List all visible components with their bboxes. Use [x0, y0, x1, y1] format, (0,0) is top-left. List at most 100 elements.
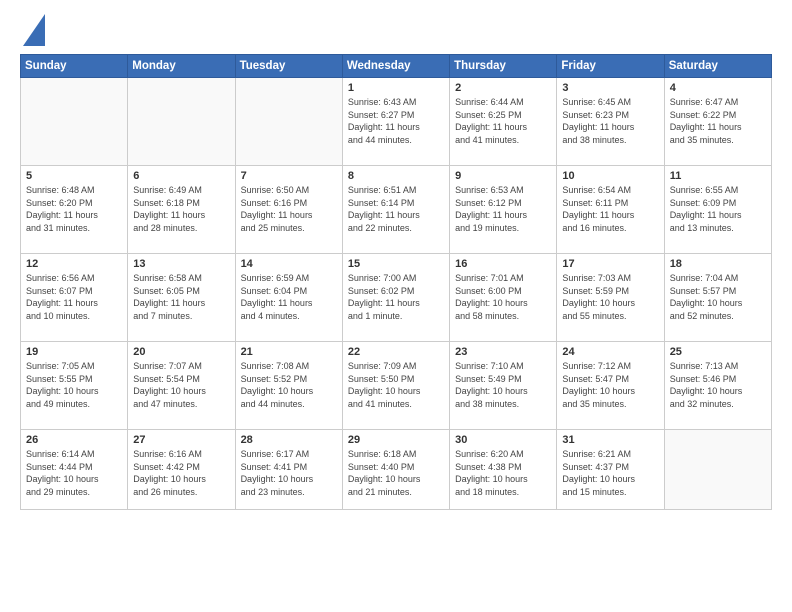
day-number: 1 — [348, 82, 444, 94]
day-info: Sunrise: 7:01 AM Sunset: 6:00 PM Dayligh… — [455, 272, 551, 322]
weekday-header: Monday — [128, 55, 235, 78]
calendar-week-row: 19 Sunrise: 7:05 AM Sunset: 5:55 PM Dayli… — [21, 342, 772, 430]
day-number: 6 — [133, 170, 229, 182]
calendar-week-row: 12 Sunrise: 6:56 AM Sunset: 6:07 PM Dayli… — [21, 254, 772, 342]
day-number: 11 — [670, 170, 766, 182]
calendar-week-row: 26 Sunrise: 6:14 AM Sunset: 4:44 PM Dayli… — [21, 430, 772, 510]
weekday-header: Thursday — [450, 55, 557, 78]
calendar-cell — [21, 78, 128, 166]
calendar-cell: 12 Sunrise: 6:56 AM Sunset: 6:07 PM Dayli… — [21, 254, 128, 342]
calendar-week-row: 5 Sunrise: 6:48 AM Sunset: 6:20 PM Daylig… — [21, 166, 772, 254]
day-number: 26 — [26, 434, 122, 446]
calendar-table: SundayMondayTuesdayWednesdayThursdayFrid… — [20, 54, 772, 510]
day-number: 24 — [562, 346, 658, 358]
day-info: Sunrise: 7:13 AM Sunset: 5:46 PM Dayligh… — [670, 360, 766, 410]
day-info: Sunrise: 7:03 AM Sunset: 5:59 PM Dayligh… — [562, 272, 658, 322]
calendar-cell: 14 Sunrise: 6:59 AM Sunset: 6:04 PM Dayli… — [235, 254, 342, 342]
day-info: Sunrise: 6:18 AM Sunset: 4:40 PM Dayligh… — [348, 448, 444, 498]
day-info: Sunrise: 6:47 AM Sunset: 6:22 PM Dayligh… — [670, 96, 766, 146]
calendar-cell: 23 Sunrise: 7:10 AM Sunset: 5:49 PM Dayli… — [450, 342, 557, 430]
day-number: 12 — [26, 258, 122, 270]
calendar-cell: 15 Sunrise: 7:00 AM Sunset: 6:02 PM Dayli… — [342, 254, 449, 342]
day-number: 14 — [241, 258, 337, 270]
day-number: 15 — [348, 258, 444, 270]
calendar-cell: 7 Sunrise: 6:50 AM Sunset: 6:16 PM Daylig… — [235, 166, 342, 254]
day-info: Sunrise: 6:59 AM Sunset: 6:04 PM Dayligh… — [241, 272, 337, 322]
calendar-cell — [128, 78, 235, 166]
day-number: 25 — [670, 346, 766, 358]
header — [20, 18, 772, 46]
day-info: Sunrise: 7:07 AM Sunset: 5:54 PM Dayligh… — [133, 360, 229, 410]
day-number: 30 — [455, 434, 551, 446]
day-number: 7 — [241, 170, 337, 182]
calendar-cell: 17 Sunrise: 7:03 AM Sunset: 5:59 PM Dayli… — [557, 254, 664, 342]
calendar-cell: 30 Sunrise: 6:20 AM Sunset: 4:38 PM Dayli… — [450, 430, 557, 510]
day-info: Sunrise: 6:43 AM Sunset: 6:27 PM Dayligh… — [348, 96, 444, 146]
day-info: Sunrise: 6:17 AM Sunset: 4:41 PM Dayligh… — [241, 448, 337, 498]
calendar-cell: 4Sunrise: 6:47 AM Sunset: 6:22 PM Daylig… — [664, 78, 771, 166]
logo — [20, 18, 45, 46]
day-info: Sunrise: 6:48 AM Sunset: 6:20 PM Dayligh… — [26, 184, 122, 234]
day-info: Sunrise: 6:50 AM Sunset: 6:16 PM Dayligh… — [241, 184, 337, 234]
day-info: Sunrise: 7:10 AM Sunset: 5:49 PM Dayligh… — [455, 360, 551, 410]
day-number: 9 — [455, 170, 551, 182]
calendar-cell: 11 Sunrise: 6:55 AM Sunset: 6:09 PM Dayli… — [664, 166, 771, 254]
calendar-cell: 5 Sunrise: 6:48 AM Sunset: 6:20 PM Daylig… — [21, 166, 128, 254]
calendar-cell: 16Sunrise: 7:01 AM Sunset: 6:00 PM Dayli… — [450, 254, 557, 342]
weekday-header: Sunday — [21, 55, 128, 78]
page: SundayMondayTuesdayWednesdayThursdayFrid… — [0, 0, 792, 612]
day-number: 13 — [133, 258, 229, 270]
calendar-cell: 31Sunrise: 6:21 AM Sunset: 4:37 PM Dayli… — [557, 430, 664, 510]
day-number: 29 — [348, 434, 444, 446]
day-info: Sunrise: 6:44 AM Sunset: 6:25 PM Dayligh… — [455, 96, 551, 146]
day-number: 22 — [348, 346, 444, 358]
day-number: 3 — [562, 82, 658, 94]
calendar-cell: 25 Sunrise: 7:13 AM Sunset: 5:46 PM Dayli… — [664, 342, 771, 430]
day-info: Sunrise: 6:16 AM Sunset: 4:42 PM Dayligh… — [133, 448, 229, 498]
weekday-header: Saturday — [664, 55, 771, 78]
day-info: Sunrise: 7:08 AM Sunset: 5:52 PM Dayligh… — [241, 360, 337, 410]
calendar-cell: 19 Sunrise: 7:05 AM Sunset: 5:55 PM Dayli… — [21, 342, 128, 430]
calendar-cell: 3 Sunrise: 6:45 AM Sunset: 6:23 PM Daylig… — [557, 78, 664, 166]
calendar-week-row: 1 Sunrise: 6:43 AM Sunset: 6:27 PM Daylig… — [21, 78, 772, 166]
calendar-cell: 29 Sunrise: 6:18 AM Sunset: 4:40 PM Dayli… — [342, 430, 449, 510]
day-info: Sunrise: 7:12 AM Sunset: 5:47 PM Dayligh… — [562, 360, 658, 410]
day-info: Sunrise: 6:20 AM Sunset: 4:38 PM Dayligh… — [455, 448, 551, 498]
day-info: Sunrise: 6:21 AM Sunset: 4:37 PM Dayligh… — [562, 448, 658, 498]
day-info: Sunrise: 6:45 AM Sunset: 6:23 PM Dayligh… — [562, 96, 658, 146]
day-number: 21 — [241, 346, 337, 358]
day-info: Sunrise: 6:14 AM Sunset: 4:44 PM Dayligh… — [26, 448, 122, 498]
calendar-cell: 6 Sunrise: 6:49 AM Sunset: 6:18 PM Daylig… — [128, 166, 235, 254]
day-info: Sunrise: 7:00 AM Sunset: 6:02 PM Dayligh… — [348, 272, 444, 322]
day-number: 28 — [241, 434, 337, 446]
day-number: 10 — [562, 170, 658, 182]
day-info: Sunrise: 7:05 AM Sunset: 5:55 PM Dayligh… — [26, 360, 122, 410]
day-info: Sunrise: 6:54 AM Sunset: 6:11 PM Dayligh… — [562, 184, 658, 234]
day-number: 8 — [348, 170, 444, 182]
day-number: 19 — [26, 346, 122, 358]
day-number: 5 — [26, 170, 122, 182]
calendar-cell: 1 Sunrise: 6:43 AM Sunset: 6:27 PM Daylig… — [342, 78, 449, 166]
calendar-cell: 28 Sunrise: 6:17 AM Sunset: 4:41 PM Dayli… — [235, 430, 342, 510]
calendar-cell: 20Sunrise: 7:07 AM Sunset: 5:54 PM Dayli… — [128, 342, 235, 430]
calendar-cell: 21 Sunrise: 7:08 AM Sunset: 5:52 PM Dayli… — [235, 342, 342, 430]
calendar-cell: 18Sunrise: 7:04 AM Sunset: 5:57 PM Dayli… — [664, 254, 771, 342]
day-info: Sunrise: 6:56 AM Sunset: 6:07 PM Dayligh… — [26, 272, 122, 322]
logo-icon — [23, 14, 45, 46]
weekday-header: Tuesday — [235, 55, 342, 78]
day-info: Sunrise: 6:49 AM Sunset: 6:18 PM Dayligh… — [133, 184, 229, 234]
calendar-cell — [664, 430, 771, 510]
day-number: 18 — [670, 258, 766, 270]
weekday-header: Friday — [557, 55, 664, 78]
day-number: 23 — [455, 346, 551, 358]
day-info: Sunrise: 6:55 AM Sunset: 6:09 PM Dayligh… — [670, 184, 766, 234]
calendar-cell: 10 Sunrise: 6:54 AM Sunset: 6:11 PM Dayli… — [557, 166, 664, 254]
calendar-cell: 2Sunrise: 6:44 AM Sunset: 6:25 PM Daylig… — [450, 78, 557, 166]
calendar-cell: 24 Sunrise: 7:12 AM Sunset: 5:47 PM Dayli… — [557, 342, 664, 430]
day-info: Sunrise: 7:09 AM Sunset: 5:50 PM Dayligh… — [348, 360, 444, 410]
day-number: 17 — [562, 258, 658, 270]
calendar-cell: 8Sunrise: 6:51 AM Sunset: 6:14 PM Daylig… — [342, 166, 449, 254]
weekday-header: Wednesday — [342, 55, 449, 78]
calendar-cell: 9Sunrise: 6:53 AM Sunset: 6:12 PM Daylig… — [450, 166, 557, 254]
calendar-cell — [235, 78, 342, 166]
